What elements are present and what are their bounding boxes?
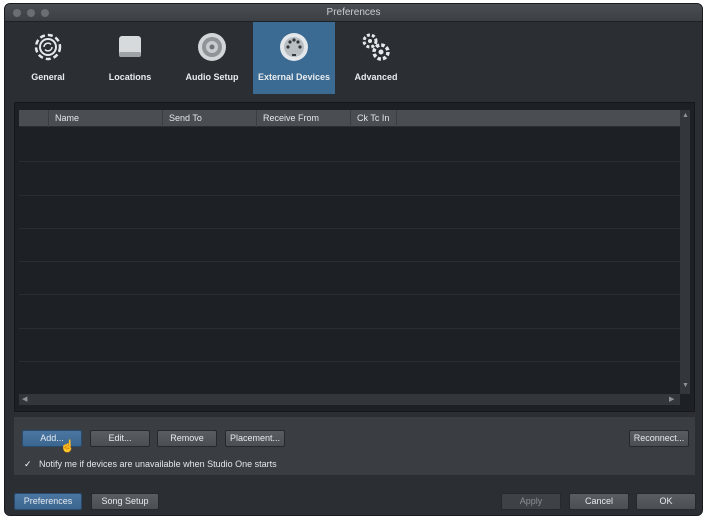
tab-audio-setup[interactable]: Audio Setup <box>171 22 253 94</box>
vertical-scrollbar[interactable]: ▲ ▼ <box>680 110 690 394</box>
edit-button[interactable]: Edit... <box>90 430 150 447</box>
song-setup-button[interactable]: Song Setup <box>91 493 159 510</box>
reconnect-button[interactable]: Reconnect... <box>629 430 689 447</box>
preferences-button[interactable]: Preferences <box>14 493 82 510</box>
preferences-toolbar: General Locations Audio Setup External D… <box>5 22 702 94</box>
external-devices-panel: Name Send To Receive From Ck Tc In ▲ ▼ ◀… <box>14 102 695 412</box>
gear-refresh-icon <box>34 33 62 61</box>
column-filler <box>397 110 680 127</box>
drive-icon <box>119 36 141 57</box>
device-list[interactable] <box>19 128 680 394</box>
scroll-up-arrow-icon[interactable]: ▲ <box>682 112 689 119</box>
speaker-icon <box>198 33 226 61</box>
hand-cursor-icon: ☝ <box>60 439 75 453</box>
scroll-down-arrow-icon[interactable]: ▼ <box>682 382 689 389</box>
row-separator <box>19 294 680 295</box>
midi-port-icon <box>280 33 308 61</box>
notify-label: Notify me if devices are unavailable whe… <box>39 459 277 469</box>
scroll-left-arrow-icon[interactable]: ◀ <box>22 395 27 403</box>
cancel-button[interactable]: Cancel <box>569 493 629 510</box>
gears-icon <box>362 33 390 61</box>
window-title: Preferences <box>326 7 381 18</box>
ok-button[interactable]: OK <box>636 493 696 510</box>
column-select[interactable] <box>19 110 49 127</box>
tab-locations-label: Locations <box>108 72 152 82</box>
title-bar: Preferences <box>5 4 702 22</box>
row-separator <box>19 328 680 329</box>
remove-button[interactable]: Remove <box>157 430 217 447</box>
tab-advanced[interactable]: Advanced <box>335 22 417 94</box>
apply-button[interactable]: Apply <box>501 493 561 510</box>
row-separator <box>19 195 680 196</box>
tab-general[interactable]: General <box>7 22 89 94</box>
column-flags[interactable]: Ck Tc In <box>351 110 397 127</box>
tab-advanced-label: Advanced <box>354 72 398 82</box>
row-separator <box>19 261 680 262</box>
tab-general-label: General <box>31 72 65 82</box>
horizontal-scrollbar[interactable]: ◀ ▶ <box>19 394 680 405</box>
column-send-to[interactable]: Send To <box>163 110 257 127</box>
placement-button[interactable]: Placement... <box>225 430 285 447</box>
footer-bar: Preferences Song Setup Apply Cancel OK <box>5 486 702 515</box>
scroll-right-arrow-icon[interactable]: ▶ <box>669 395 674 403</box>
preferences-window: Preferences General Locations Audio Setu… <box>4 3 703 516</box>
notify-checkbox[interactable]: ✓ <box>24 460 33 469</box>
tab-external-devices[interactable]: External Devices <box>253 22 335 94</box>
tab-external-devices-label: External Devices <box>257 72 331 82</box>
column-name[interactable]: Name <box>49 110 163 127</box>
row-separator <box>19 228 680 229</box>
device-actions-bar: Add... ☝ Edit... Remove Placement... Rec… <box>14 417 695 475</box>
table-header: Name Send To Receive From Ck Tc In <box>19 110 680 127</box>
column-receive-from[interactable]: Receive From <box>257 110 351 127</box>
row-separator <box>19 361 680 362</box>
tab-locations[interactable]: Locations <box>89 22 171 94</box>
tab-audio-setup-label: Audio Setup <box>185 72 239 82</box>
row-separator <box>19 161 680 162</box>
